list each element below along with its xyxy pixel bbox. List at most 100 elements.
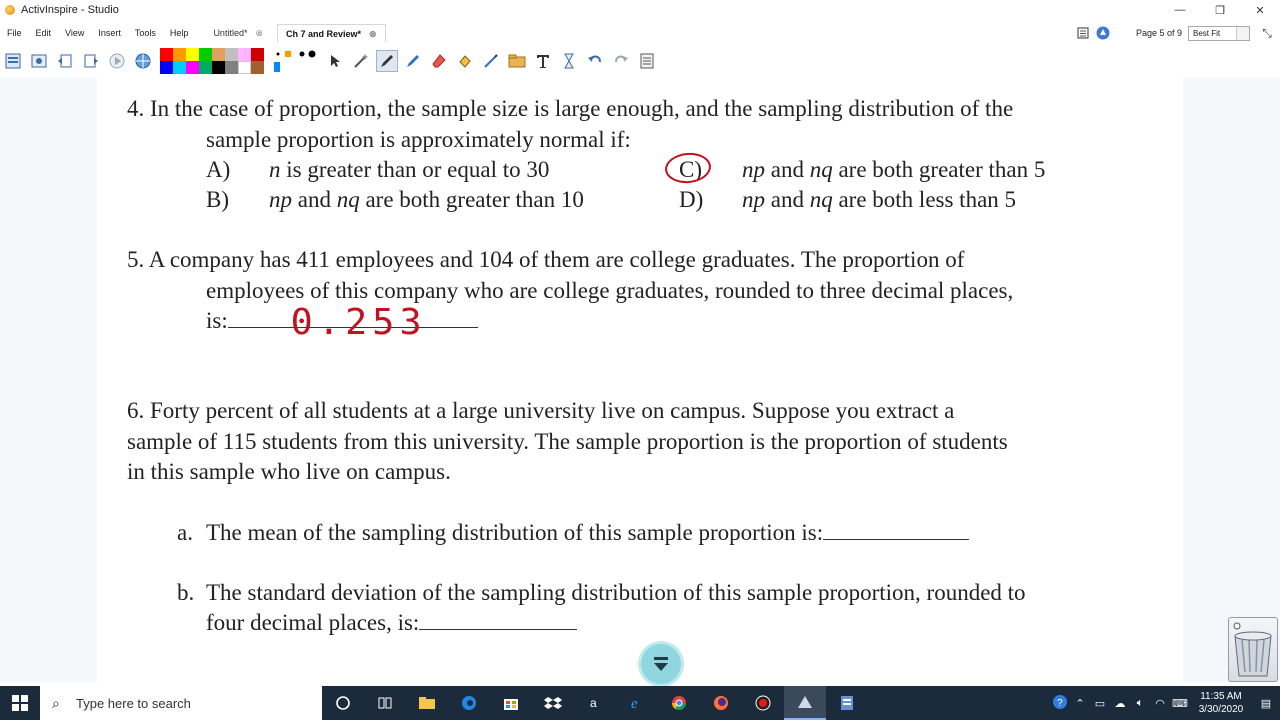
record-icon[interactable] [742, 686, 784, 720]
flipchart-page[interactable]: 4. In the case of proportion, the sample… [97, 78, 1183, 682]
activinspire-taskbar-icon[interactable] [784, 686, 826, 720]
globe-icon[interactable] [132, 50, 154, 72]
task-view-icon[interactable] [364, 686, 406, 720]
internet-explorer-icon[interactable]: e [616, 686, 658, 720]
pen-width-selector[interactable] [272, 48, 318, 74]
notifications-icon[interactable]: ▤ [1252, 697, 1280, 710]
dropbox-icon[interactable] [532, 686, 574, 720]
page-browser-icon[interactable] [1076, 26, 1090, 40]
menu-file[interactable]: File [0, 22, 29, 44]
edge-browser-icon[interactable] [448, 686, 490, 720]
chevron-up-icon[interactable]: ⌃ [1070, 697, 1090, 710]
marker-icon[interactable] [480, 50, 502, 72]
pen-icon[interactable] [376, 50, 398, 72]
color-swatch[interactable] [225, 61, 238, 74]
color-swatch[interactable] [160, 61, 173, 74]
select-icon[interactable] [324, 50, 346, 72]
color-swatch[interactable] [186, 61, 199, 74]
color-swatch[interactable] [225, 48, 238, 61]
eraser-icon[interactable] [428, 50, 450, 72]
magic-icon[interactable] [350, 50, 372, 72]
highlighter-icon[interactable] [402, 50, 424, 72]
volume-icon[interactable]: 🔈︎ [1130, 697, 1150, 710]
undo-icon[interactable] [584, 50, 606, 72]
answer-blank [419, 612, 578, 630]
q4-option-d-body: are both less than 5 [832, 187, 1017, 212]
folder-icon[interactable] [506, 50, 528, 72]
color-swatch[interactable] [251, 48, 264, 61]
cloud-icon[interactable]: ☁ [1110, 697, 1130, 710]
menu-edit[interactable]: Edit [29, 22, 59, 44]
q6a-text: The mean of the sampling distribution of… [206, 520, 970, 546]
page-navigation: Page 5 of 9 Best Fit ⤡ [1070, 22, 1280, 44]
start-button[interactable] [0, 686, 40, 720]
handwritten-circle-annotation[interactable] [663, 151, 713, 185]
tab-untitled[interactable]: Untitled* ⊗ [205, 24, 271, 42]
taskbar-search-box[interactable]: ⌕ Type here to search [40, 686, 322, 720]
browser-icon[interactable] [28, 50, 50, 72]
color-swatch[interactable] [238, 48, 251, 61]
next-page-icon[interactable] [80, 50, 102, 72]
q4-option-d-text: np and nq are both less than 5 [742, 187, 1016, 213]
color-swatch[interactable] [173, 61, 186, 74]
tab-untitled-label: Untitled* [213, 28, 248, 38]
main-menu-icon[interactable] [2, 50, 24, 72]
color-swatch[interactable] [199, 48, 212, 61]
q4-option-b-body: are both greater than 10 [359, 187, 584, 212]
restore-button[interactable]: ❐ [1200, 0, 1240, 20]
play-icon[interactable] [106, 50, 128, 72]
color-swatch[interactable] [186, 48, 199, 61]
color-swatch[interactable] [251, 61, 264, 74]
wifi-icon[interactable]: ◠ [1150, 697, 1170, 710]
color-swatch[interactable] [173, 48, 186, 61]
store-icon[interactable] [490, 686, 532, 720]
text-icon[interactable] [532, 50, 554, 72]
trash-bin[interactable] [1228, 617, 1278, 682]
menu-insert[interactable]: Insert [91, 22, 128, 44]
var-nq: nq [336, 187, 360, 212]
hourglass-icon[interactable] [558, 50, 580, 72]
handwritten-answer[interactable]: 0.253 [291, 302, 427, 343]
tab-ch7-review[interactable]: Ch 7 and Review* ⊗ [277, 24, 386, 42]
q6-line1: 6. Forty percent of all students at a la… [127, 398, 955, 423]
keyboard-icon[interactable]: ⌨ [1170, 697, 1190, 710]
q6-line3: in this sample who live on campus. [127, 459, 451, 484]
q5-line2: employees of this company who are colleg… [206, 278, 1014, 303]
dashboard-icon[interactable] [1096, 26, 1110, 40]
q4-option-c-text: np and nq are both greater than 5 [742, 157, 1045, 183]
fill-icon[interactable] [454, 50, 476, 72]
firefox-icon[interactable] [700, 686, 742, 720]
system-clock[interactable]: 11:35 AM 3/30/2020 [1190, 690, 1252, 716]
flipchart-canvas[interactable]: 4. In the case of proportion, the sample… [0, 78, 1280, 682]
minimize-button[interactable]: — [1160, 0, 1200, 20]
help-icon[interactable]: ? [1050, 694, 1070, 713]
battery-icon[interactable]: ▭ [1090, 697, 1110, 710]
color-swatch[interactable] [160, 48, 173, 61]
document-app-icon[interactable] [826, 686, 868, 720]
amazon-icon[interactable]: a [574, 686, 616, 720]
color-swatch[interactable] [212, 61, 225, 74]
color-swatch[interactable] [238, 61, 251, 74]
menu-tools[interactable]: Tools [128, 22, 163, 44]
tab-close-icon[interactable]: ⊗ [255, 24, 263, 42]
chrome-icon[interactable] [658, 686, 700, 720]
zoom-select[interactable]: Best Fit [1188, 25, 1250, 41]
menu-help[interactable]: Help [163, 22, 196, 44]
main-toolbar [0, 46, 1280, 76]
cortana-icon[interactable] [322, 686, 364, 720]
close-button[interactable]: ✕ [1240, 0, 1280, 20]
file-explorer-icon[interactable] [406, 686, 448, 720]
tab-close-icon[interactable]: ⊗ [369, 25, 377, 43]
q4-option-a-text: n is greater than or equal to 30 [269, 157, 549, 183]
title-bar: ActivInspire - Studio — ❐ ✕ [0, 0, 1280, 20]
previous-page-icon[interactable] [54, 50, 76, 72]
page-icon[interactable] [636, 50, 658, 72]
collapse-arrows-icon[interactable]: ⤡ [1260, 26, 1274, 40]
redo-icon[interactable] [610, 50, 632, 72]
scroll-down-button[interactable] [641, 644, 681, 684]
color-swatch[interactable] [199, 61, 212, 74]
menu-view[interactable]: View [58, 22, 91, 44]
color-swatch[interactable] [212, 48, 225, 61]
q4-option-b-letter: B) [206, 187, 229, 212]
q6a-label: a. [177, 520, 193, 545]
